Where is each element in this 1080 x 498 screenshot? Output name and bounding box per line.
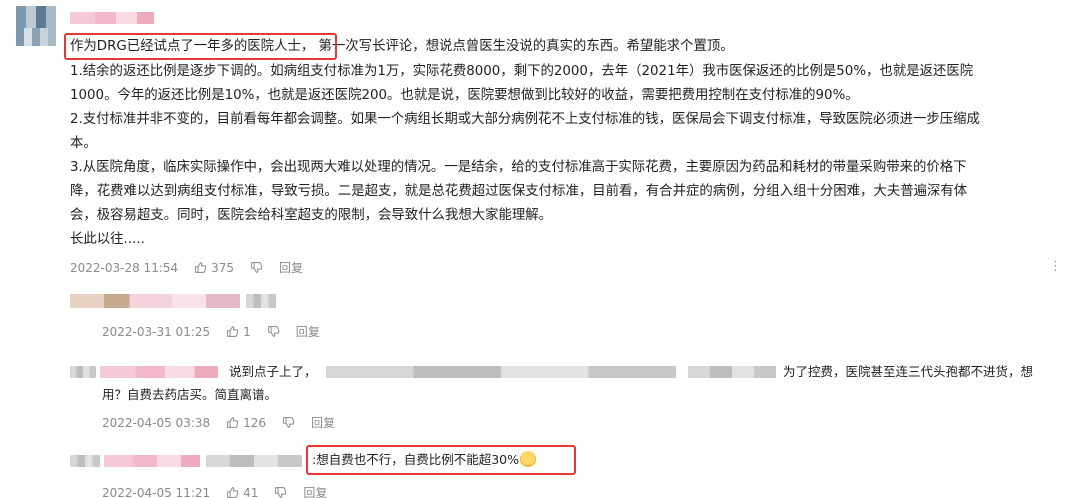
comment-line-1: 作为DRG已经试点了一年多的医院人士， 第一次写长评论，想说点曾医生没说的真实的… (70, 35, 734, 58)
reply-meta: 2022-03-31 01:25 1 回复 (102, 323, 336, 340)
dislike-button[interactable] (282, 416, 295, 429)
reply-button[interactable]: 回复 (296, 323, 320, 340)
comment-line-8: 会，极容易超支。同时，医院会给科室超支的限制，会导致什么我想大家能理解。 (70, 208, 553, 223)
highlighted-phrase: 作为DRG已经试点了一年多的医院人士， (70, 39, 315, 54)
more-options-icon[interactable]: ⋮ (1049, 259, 1062, 274)
thumbs-down-icon (267, 326, 280, 337)
reply-name-censored[interactable] (100, 366, 218, 378)
reply-meta: 2022-04-05 03:38 126 回复 (102, 414, 351, 431)
comment-line-9: 长此以往..... (70, 232, 145, 247)
comment-date: 2022-03-28 11:54 (70, 260, 179, 275)
thumbs-down-icon (275, 487, 287, 498)
quoted-text-censored[interactable] (326, 366, 676, 378)
comment-meta: 2022-03-28 11:54 375 回复 (70, 259, 319, 276)
reply-date: 2022-03-31 01:25 (102, 324, 211, 339)
comment-line-5: 本。 (70, 136, 97, 151)
reply-prefix: 说到点子上了， (229, 364, 317, 379)
thumbs-down-icon (283, 417, 295, 428)
like-button[interactable]: 375 (194, 261, 234, 275)
username-censored[interactable] (70, 12, 154, 24)
quoted-text-censored[interactable] (688, 366, 776, 378)
thumbs-up-icon (195, 262, 207, 273)
reply-suffix: 为了控费，医院甚至连三代头孢都不进货，想 (783, 364, 1034, 379)
dislike-button[interactable] (274, 486, 287, 498)
avatar[interactable] (16, 6, 56, 46)
reply-button[interactable]: 回复 (311, 414, 335, 431)
like-count: 375 (211, 260, 235, 275)
reply-avatar-censored[interactable] (70, 455, 100, 467)
thumbs-up-icon (227, 326, 239, 337)
dislike-button[interactable] (267, 325, 280, 338)
like-button[interactable]: 1 (226, 325, 251, 339)
comment-line-2: 1.结余的返还比例是逐步下调的。如病组支付标准为1万，实际花费8000，剩下的2… (70, 64, 974, 79)
reply-content: :想自费也不行，自费比例不能超30% (312, 449, 536, 471)
like-button[interactable]: 41 (226, 486, 258, 498)
reply-meta: 2022-04-05 11:21 41 回复 (102, 484, 343, 498)
reply-button[interactable]: 回复 (303, 484, 327, 498)
thumbs-up-icon (227, 417, 239, 428)
comment-line-4: 2.支付标准并非不变的，目前看每年都会调整。如果一个病组长期或大部分病例花不上支… (70, 112, 980, 127)
reply-name-censored[interactable] (206, 455, 302, 467)
emoji-icon (520, 451, 536, 467)
like-button[interactable]: 126 (226, 416, 266, 430)
reply-date: 2022-04-05 03:38 (102, 415, 211, 430)
reply-text: :想自费也不行，自费比例不能超30% (312, 452, 519, 467)
comment-line-6: 3.从医院角度，临床实际操作中，会出现两大难以处理的情况。一是结余，给的支付标准… (70, 160, 967, 175)
reply-button[interactable]: 回复 (279, 259, 303, 276)
comment-text: 第一次写长评论，想说点曾医生没说的真实的东西。希望能求个置顶。 (318, 39, 734, 54)
reply-avatar-username-censored[interactable] (70, 294, 240, 308)
like-count: 41 (243, 485, 259, 498)
reply-line-2: 用？自费去药店买。简直离谱。 (102, 387, 278, 402)
like-count: 126 (243, 415, 267, 430)
reply-date: 2022-04-05 11:21 (102, 485, 211, 498)
reply-name-censored[interactable] (104, 455, 200, 467)
thumbs-up-icon (227, 487, 239, 498)
thumbs-down-icon (251, 262, 263, 273)
dislike-button[interactable] (250, 261, 263, 274)
reply-avatar-censored[interactable] (70, 366, 96, 378)
reply-name-censored[interactable] (246, 294, 276, 308)
comment-line-3: 1000。今年的返还比例是10%，也就是返还医院200。也就是说，医院要想做到比… (70, 88, 859, 103)
like-count: 1 (243, 324, 251, 339)
comment-line-7: 降，花费难以达到病组支付标准，导致亏损。二是超支，就是总花费超过医保支付标准，目… (70, 184, 968, 199)
